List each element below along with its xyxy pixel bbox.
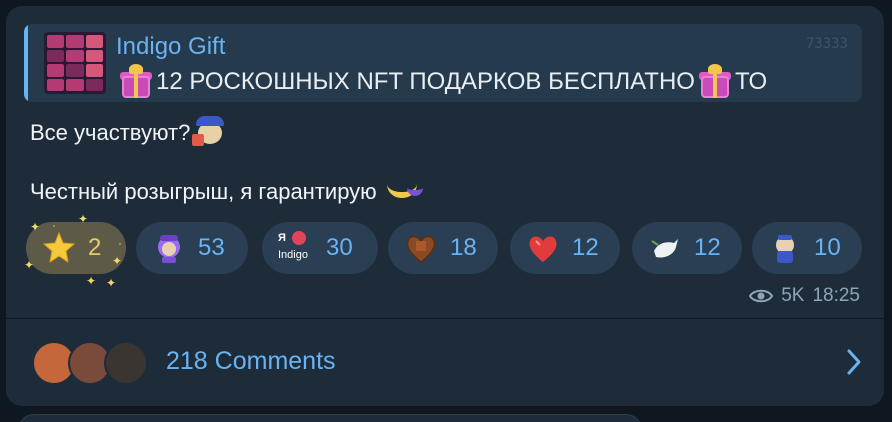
reaction-chocolate-heart[interactable]: 18 bbox=[388, 222, 498, 274]
reactions-bar: 2 ✦ ✦ ✦ ✦ ✦ ✦ · · 53 Я Indigo 30 18 12 1… bbox=[24, 212, 866, 290]
reaction-count: 10 bbox=[814, 234, 841, 261]
message-text-1: Все участвуют? bbox=[30, 120, 191, 145]
reply-title: Indigo Gift bbox=[116, 33, 226, 60]
message-meta: 5K 18:25 bbox=[749, 285, 860, 307]
banana-icon bbox=[385, 178, 425, 206]
reaction-hamster-blue[interactable]: 10 bbox=[752, 222, 862, 274]
reaction-count: 18 bbox=[450, 234, 477, 261]
message-line-1: Все участвуют? bbox=[30, 116, 226, 150]
avatar bbox=[104, 341, 148, 385]
forwarded-reply[interactable]: Indigo Gift 12 РОСКОШНЫХ NFT ПОДАРКОВ БЕ… bbox=[24, 24, 862, 102]
views-count: 5K bbox=[781, 285, 805, 306]
reaction-red-heart[interactable]: 12 bbox=[510, 222, 620, 274]
chevron-right-icon bbox=[847, 349, 861, 375]
gift-icon bbox=[697, 64, 733, 100]
reply-thumbnail bbox=[44, 32, 106, 94]
comments-button[interactable]: 218 Comments bbox=[6, 319, 884, 406]
indigo-heart-icon: Я Indigo bbox=[278, 231, 308, 261]
reply-watermark: 7ЗЗЗЗ bbox=[805, 36, 848, 52]
chocolate-heart-icon bbox=[406, 235, 436, 263]
reply-text-main: 12 РОСКОШНЫХ NFT ПОДАРКОВ БЕСПЛАТНО bbox=[156, 68, 695, 95]
reaction-hamster[interactable]: 53 bbox=[136, 222, 248, 274]
hamster-gift-icon bbox=[192, 116, 226, 150]
reply-text-suffix: ТО bbox=[734, 68, 768, 95]
star-icon bbox=[42, 231, 76, 264]
reaction-star[interactable]: 2 ✦ ✦ ✦ ✦ ✦ ✦ · · bbox=[24, 212, 126, 290]
reaction-count: 12 bbox=[694, 234, 721, 261]
reaction-count: 30 bbox=[326, 234, 353, 261]
next-message-bubble bbox=[18, 414, 642, 422]
eye-icon bbox=[749, 288, 774, 304]
reply-text: 12 РОСКОШНЫХ NFT ПОДАРКОВ БЕСПЛАТНО ТО bbox=[116, 64, 767, 100]
message-time: 18:25 bbox=[812, 285, 860, 306]
message-text-2: Честный розыгрыш, я гарантирую bbox=[30, 179, 377, 204]
reaction-dove[interactable]: 12 bbox=[632, 222, 742, 274]
dove-icon bbox=[651, 239, 678, 258]
red-heart-icon bbox=[529, 236, 557, 262]
reaction-count: 2 bbox=[88, 234, 102, 261]
reaction-indigo-heart[interactable]: Я Indigo 30 bbox=[262, 222, 378, 274]
reaction-count: 53 bbox=[198, 234, 225, 261]
gift-icon bbox=[118, 64, 154, 100]
reaction-count: 12 bbox=[572, 234, 599, 261]
hamster-sticker-icon bbox=[158, 235, 180, 263]
commenter-avatars bbox=[32, 341, 152, 387]
hamster-blue-icon bbox=[776, 235, 794, 263]
comments-label: 218 Comments bbox=[166, 347, 336, 375]
message-line-2: Честный розыгрыш, я гарантирую bbox=[30, 178, 425, 206]
reply-accent-bar bbox=[24, 24, 28, 102]
